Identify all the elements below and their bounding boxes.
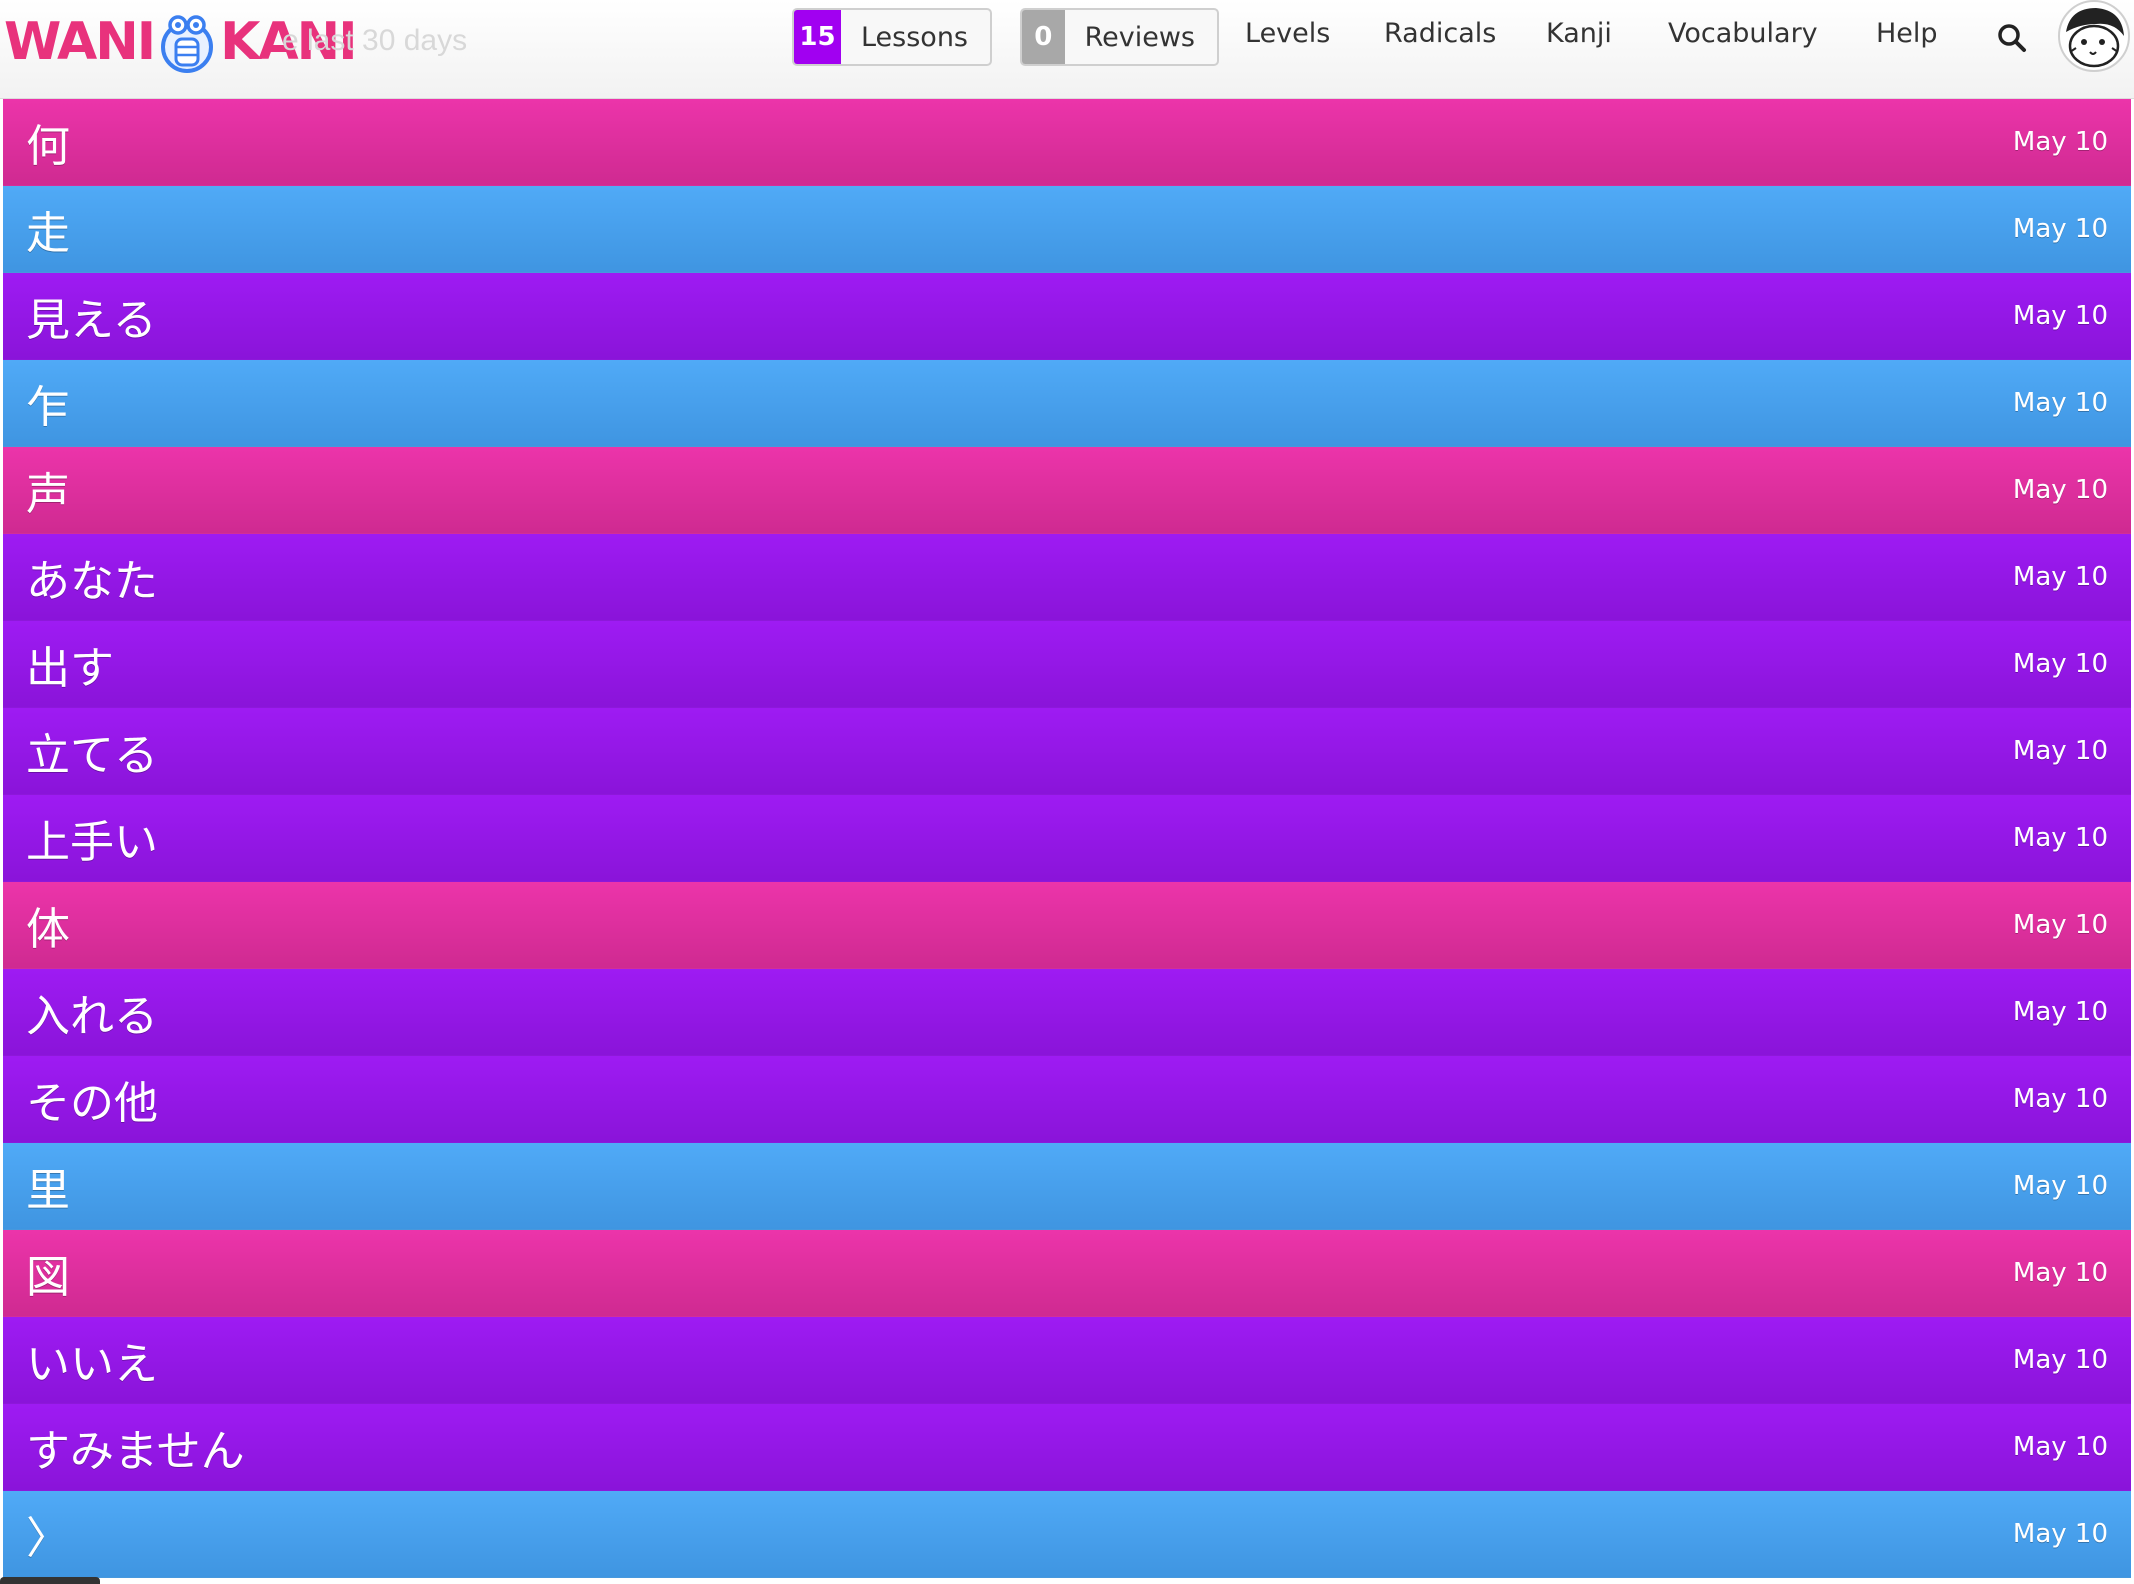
item-characters: すみません — [26, 1426, 245, 1477]
logo-text-wani: WANI — [4, 12, 156, 72]
item-characters: 乍 — [26, 382, 70, 433]
item-row-radical[interactable]: 乍 May 10 — [3, 360, 2131, 447]
item-characters: 入れる — [26, 991, 158, 1042]
item-row-vocab[interactable]: 立てる May 10 — [3, 708, 2131, 795]
item-characters: 上手い — [26, 817, 158, 868]
crabigator-logo-icon — [161, 15, 214, 73]
item-row-vocab[interactable]: 上手い May 10 — [3, 795, 2131, 882]
item-unlock-date: May 10 — [2012, 1171, 2108, 1201]
item-row-kanji[interactable]: 図 May 10 — [3, 1230, 2131, 1317]
item-characters: 出す — [26, 643, 114, 694]
item-row-vocab[interactable]: すみません May 10 — [3, 1404, 2131, 1491]
item-unlock-date: May 10 — [2012, 127, 2108, 157]
search-icon[interactable] — [1996, 22, 2028, 54]
recent-unlocks-list: 何 May 10 走 May 10 見える May 10 乍 May 10 声 May 10 あなた… — [3, 99, 2131, 1578]
item-unlock-date: May 10 — [2012, 823, 2108, 853]
item-unlock-date: May 10 — [2012, 1258, 2108, 1288]
item-unlock-date: May 10 — [2012, 997, 2108, 1027]
item-unlock-date: May 10 — [2012, 475, 2108, 505]
avatar-face-icon — [2066, 8, 2124, 68]
item-unlock-date: May 10 — [2012, 1084, 2108, 1114]
item-characters: 立てる — [26, 730, 158, 781]
item-characters: その他 — [26, 1078, 158, 1129]
reviews-label: Reviews — [1084, 21, 1195, 53]
item-characters: 声 — [26, 469, 70, 520]
reviews-button[interactable]: 0 Reviews — [1020, 8, 1219, 66]
item-unlock-date: May 10 — [2012, 736, 2108, 766]
lessons-count-badge: 15 — [794, 10, 841, 64]
item-row-kanji[interactable]: 何 May 10 — [3, 99, 2131, 186]
item-unlock-date: May 10 — [2012, 649, 2108, 679]
item-unlock-date: May 10 — [2012, 1345, 2108, 1375]
item-row-radical[interactable]: 走 May 10 — [3, 186, 2131, 273]
item-row-vocab[interactable]: 入れる May 10 — [3, 969, 2131, 1056]
item-row-vocab[interactable]: いいえ May 10 — [3, 1317, 2131, 1404]
item-characters: 何 — [26, 121, 70, 172]
item-row-vocab[interactable]: 出す May 10 — [3, 621, 2131, 708]
item-characters: いいえ — [26, 1339, 158, 1390]
item-unlock-date: May 10 — [2012, 1432, 2108, 1462]
item-row-vocab[interactable]: 見える May 10 — [3, 273, 2131, 360]
item-characters: 〉 — [26, 1513, 70, 1564]
nav-vocabulary[interactable]: Vocabulary — [1668, 18, 1818, 49]
lessons-label: Lessons — [860, 21, 968, 53]
item-row-kanji[interactable]: 声 May 10 — [3, 447, 2131, 534]
faded-header-text: e last 30 days — [282, 24, 468, 57]
nav-help[interactable]: Help — [1876, 18, 1938, 49]
item-row-vocab[interactable]: あなた May 10 — [3, 534, 2131, 621]
item-row-vocab[interactable]: その他 May 10 — [3, 1056, 2131, 1143]
bottom-tab-handle — [0, 1577, 100, 1584]
item-row-kanji[interactable]: 体 May 10 — [3, 882, 2131, 969]
nav-kanji[interactable]: Kanji — [1546, 18, 1612, 49]
item-characters: 図 — [26, 1252, 70, 1303]
item-characters: 体 — [26, 904, 70, 955]
item-characters: 里 — [26, 1165, 70, 1216]
user-avatar-icon[interactable] — [2058, 0, 2130, 72]
item-characters: 見える — [26, 295, 157, 346]
nav-radicals[interactable]: Radicals — [1384, 18, 1496, 49]
top-nav-bar: WANI KANI e last 30 days 15 Lessons 0 Re… — [0, 0, 2134, 99]
item-unlock-date: May 10 — [2012, 910, 2108, 940]
item-unlock-date: May 10 — [2012, 301, 2108, 331]
nav-levels[interactable]: Levels — [1245, 18, 1330, 49]
item-unlock-date: May 10 — [2012, 562, 2108, 592]
item-unlock-date: May 10 — [2012, 388, 2108, 418]
item-characters: あなた — [26, 556, 158, 607]
item-row-radical[interactable]: 〉 May 10 — [3, 1491, 2131, 1578]
item-characters: 走 — [26, 208, 70, 259]
item-unlock-date: May 10 — [2012, 1519, 2108, 1549]
item-row-radical[interactable]: 里 May 10 — [3, 1143, 2131, 1230]
reviews-count-badge: 0 — [1022, 10, 1065, 64]
page: WANI KANI e last 30 days 15 Lessons 0 Re… — [0, 0, 2134, 1584]
lessons-button[interactable]: 15 Lessons — [792, 8, 992, 66]
item-unlock-date: May 10 — [2012, 214, 2108, 244]
